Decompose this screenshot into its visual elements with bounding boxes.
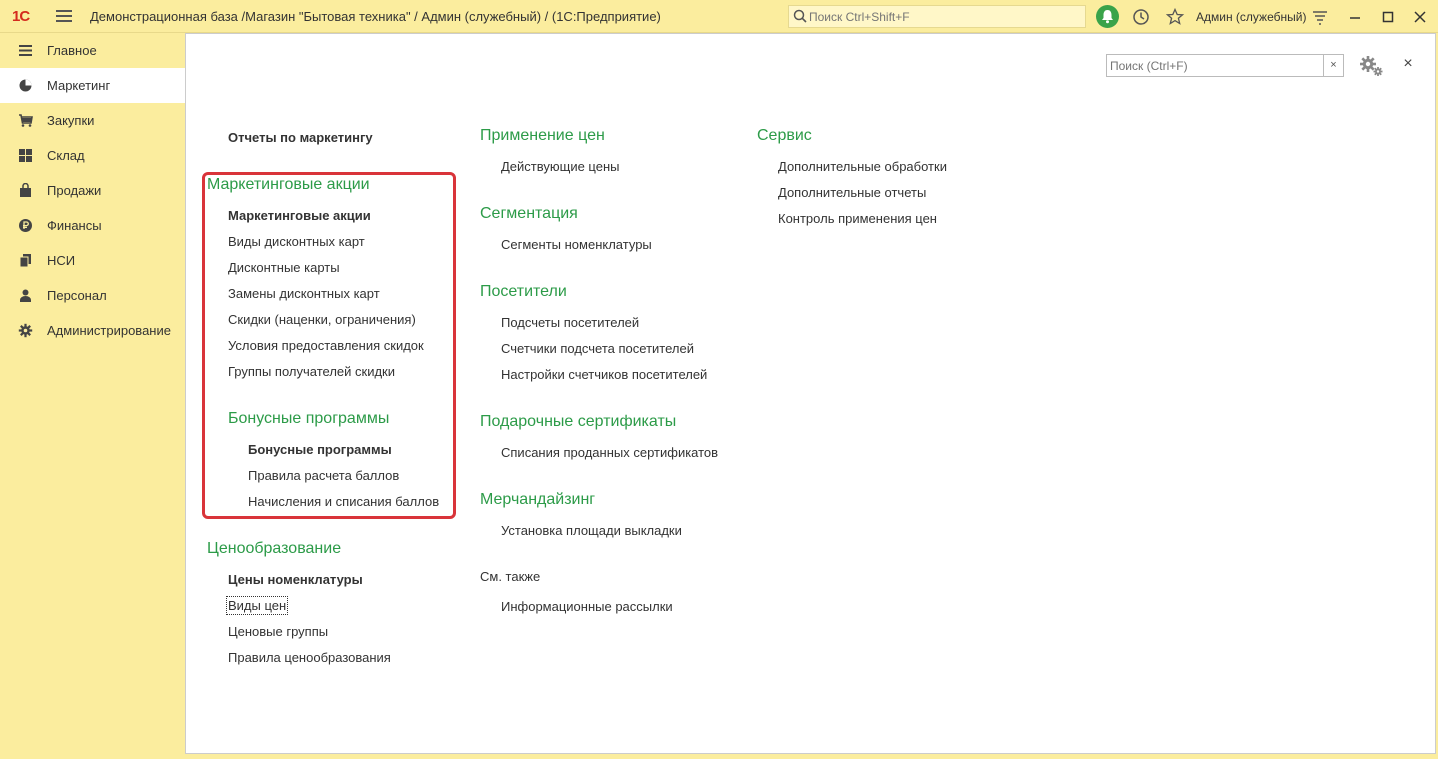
sidebar-item-label: Склад bbox=[47, 148, 85, 163]
form-search-input[interactable] bbox=[1110, 57, 1320, 74]
window-title: Демонстрационная база /Магазин "Бытовая … bbox=[90, 9, 661, 24]
search-clear-button[interactable]: × bbox=[1324, 54, 1344, 77]
documents-icon bbox=[19, 254, 31, 268]
sidebar-item-administration[interactable]: Администрирование bbox=[0, 313, 185, 348]
sidebar-item-warehouse[interactable]: Склад bbox=[0, 138, 185, 173]
promo-link[interactable]: Дисконтные карты bbox=[228, 260, 340, 275]
sidebar-item-label: Закупки bbox=[47, 113, 95, 128]
favorites-star-icon[interactable] bbox=[1165, 7, 1185, 27]
segmentation-link[interactable]: Сегменты номенклатуры bbox=[501, 237, 652, 252]
promo-group-header: Маркетинговые акции bbox=[207, 176, 370, 193]
see-also-label: См. также bbox=[480, 569, 541, 584]
maximize-icon[interactable] bbox=[1378, 7, 1398, 27]
visitors-group-header: Посетители bbox=[480, 283, 567, 300]
pricing-link[interactable]: Правила ценообразования bbox=[228, 650, 391, 665]
promo-link[interactable]: Маркетинговые акции bbox=[228, 208, 371, 223]
sidebar-item-label: Маркетинг bbox=[47, 78, 111, 93]
marketing-section-panel: × × Отчеты по маркетингу Маркетинговые а… bbox=[185, 33, 1436, 754]
sidebar-item-marketing[interactable]: Маркетинг bbox=[0, 68, 185, 103]
main-menu-icon[interactable] bbox=[56, 10, 72, 23]
menu-lines-icon bbox=[19, 45, 32, 56]
prices-link[interactable]: Действующие цены bbox=[501, 159, 619, 174]
gear-icon bbox=[18, 323, 33, 338]
sidebar-item-sales[interactable]: Продажи bbox=[0, 173, 185, 208]
sidebar-item-label: Продажи bbox=[47, 183, 102, 198]
gift-certificates-group-header: Подарочные сертификаты bbox=[480, 413, 677, 430]
promo-link[interactable]: Условия предоставления скидок bbox=[228, 338, 424, 353]
pricing-link[interactable]: Цены номенклатуры bbox=[228, 572, 363, 587]
bonus-group-header: Бонусные программы bbox=[228, 410, 390, 427]
visitors-link[interactable]: Подсчеты посетителей bbox=[501, 315, 639, 330]
sidebar-item-purchases[interactable]: Закупки bbox=[0, 103, 185, 138]
sidebar-item-label: Финансы bbox=[47, 218, 102, 233]
service-link[interactable]: Дополнительные отчеты bbox=[778, 185, 926, 200]
bonus-link[interactable]: Правила расчета баллов bbox=[248, 468, 399, 483]
close-window-icon[interactable] bbox=[1410, 7, 1430, 27]
ruble-icon bbox=[19, 219, 32, 232]
bonus-link[interactable]: Бонусные программы bbox=[248, 442, 392, 457]
form-search-box[interactable] bbox=[1106, 54, 1324, 77]
title-bar: 1С Демонстрационная база /Магазин "Бытов… bbox=[0, 0, 1438, 33]
pie-chart-icon bbox=[19, 79, 32, 92]
sidebar-item-personnel[interactable]: Персонал bbox=[0, 278, 185, 313]
service-link[interactable]: Контроль применения цен bbox=[778, 211, 937, 226]
bonus-link[interactable]: Начисления и списания баллов bbox=[248, 494, 439, 509]
settings-gear-icon[interactable] bbox=[1358, 54, 1384, 78]
pricing-group-header: Ценообразование bbox=[207, 540, 342, 557]
see-also-link[interactable]: Информационные рассылки bbox=[501, 599, 673, 614]
sidebar-item-finance[interactable]: Финансы bbox=[0, 208, 185, 243]
app-logo[interactable]: 1С bbox=[12, 8, 30, 25]
global-search-box[interactable] bbox=[788, 5, 1086, 28]
merchandising-link[interactable]: Установка площади выкладки bbox=[501, 523, 682, 538]
minimize-icon[interactable] bbox=[1345, 7, 1365, 27]
service-group-header: Сервис bbox=[757, 127, 812, 144]
visitors-link[interactable]: Настройки счетчиков посетителей bbox=[501, 367, 707, 382]
visitors-link[interactable]: Счетчики подсчета посетителей bbox=[501, 341, 694, 356]
segmentation-group-header: Сегментация bbox=[480, 205, 578, 222]
settings-menu-icon[interactable] bbox=[1310, 7, 1330, 27]
cart-icon bbox=[19, 114, 33, 127]
service-link[interactable]: Дополнительные обработки bbox=[778, 159, 947, 174]
reports-link[interactable]: Отчеты по маркетингу bbox=[228, 130, 373, 145]
bag-icon bbox=[20, 183, 31, 197]
promo-link[interactable]: Виды дисконтных карт bbox=[228, 234, 365, 249]
sidebar-item-main[interactable]: Главное bbox=[0, 33, 185, 68]
promo-link[interactable]: Группы получателей скидки bbox=[228, 364, 395, 379]
global-search-input[interactable] bbox=[809, 8, 1079, 25]
person-icon bbox=[20, 289, 31, 302]
history-icon[interactable] bbox=[1131, 7, 1151, 27]
promo-link[interactable]: Скидки (наценки, ограничения) bbox=[228, 312, 416, 327]
current-user[interactable]: Админ (служебный) bbox=[1196, 10, 1306, 24]
sidebar-item-label: Главное bbox=[47, 43, 97, 58]
sidebar-item-label: Администрирование bbox=[47, 323, 171, 338]
close-form-button[interactable]: × bbox=[1400, 56, 1416, 72]
warehouse-icon bbox=[19, 149, 32, 162]
gift-certificates-link[interactable]: Списания проданных сертификатов bbox=[501, 445, 718, 460]
sections-sidebar: Главное Маркетинг Закупки Склад Продажи … bbox=[0, 33, 185, 759]
sidebar-item-label: Персонал bbox=[47, 288, 107, 303]
pricing-link[interactable]: Ценовые группы bbox=[228, 624, 328, 639]
sidebar-item-nsi[interactable]: НСИ bbox=[0, 243, 185, 278]
search-icon bbox=[793, 9, 807, 23]
promo-link[interactable]: Замены дисконтных карт bbox=[228, 286, 380, 301]
merchandising-group-header: Мерчандайзинг bbox=[480, 491, 596, 508]
notifications-bell-icon[interactable] bbox=[1096, 5, 1119, 28]
sidebar-item-label: НСИ bbox=[47, 253, 76, 268]
prices-group-header: Применение цен bbox=[480, 127, 605, 144]
pricing-link[interactable]: Виды цен bbox=[225, 596, 289, 615]
